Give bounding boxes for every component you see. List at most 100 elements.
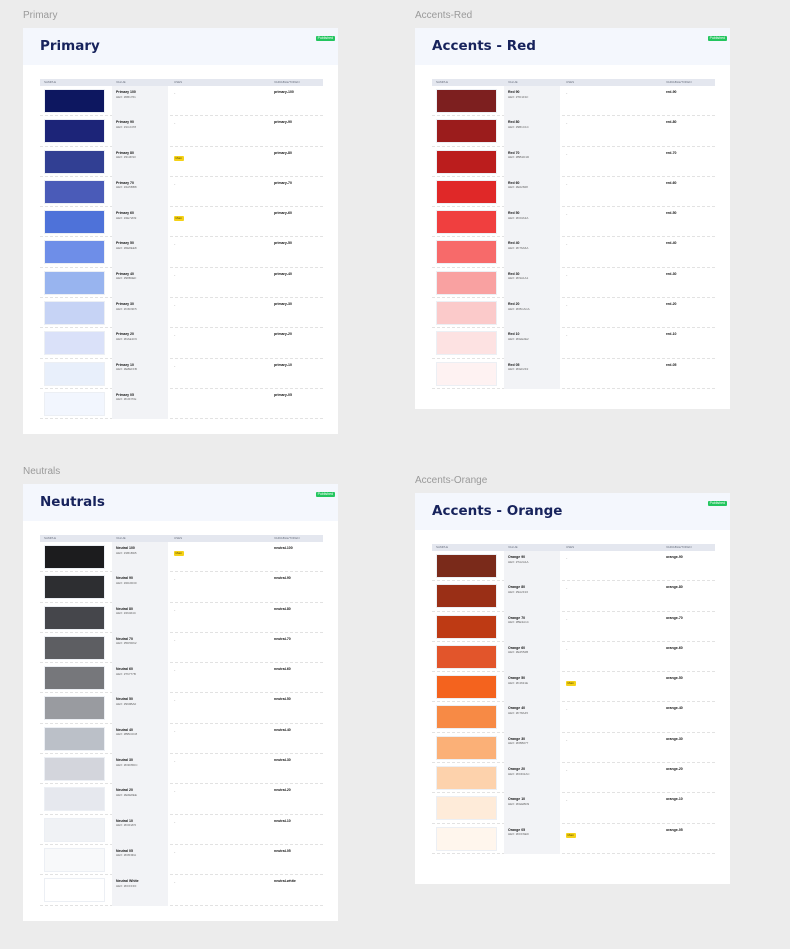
color-swatch[interactable] [44, 179, 105, 204]
table-row[interactable]: Red 50 HEX: #F03A3A - red-50 [432, 207, 715, 238]
table-row[interactable]: Red 05 HEX: #FEF2F2 red-05 [432, 358, 715, 389]
frame-label-accents-red[interactable]: Accents-Red [415, 10, 472, 21]
table-row[interactable]: Orange 60 HEX: #E2552B - orange-60 [432, 641, 715, 673]
table-row[interactable]: Neutral 05 HEX: #F8F9FA - neutral-05 [40, 844, 323, 876]
color-swatch[interactable] [44, 210, 105, 235]
color-swatch[interactable] [436, 766, 497, 791]
uses-tag: Main [174, 216, 184, 222]
table-row[interactable]: Primary 50 HEX: #6E8EE8 - primary-50 [40, 237, 323, 268]
color-swatch[interactable] [436, 89, 497, 113]
table-row[interactable]: Primary 90 HEX: #1C2478 - primary-90 [40, 116, 323, 147]
uses-text: - [174, 697, 176, 703]
color-swatch[interactable] [44, 696, 105, 721]
color-swatch[interactable] [436, 705, 497, 730]
table-row[interactable]: Orange 70 HEX: #BE3A14 - orange-70 [432, 611, 715, 642]
neutrals-color-card[interactable]: Neutrals Published SAMPLE VALUE USES VARIABLE… [23, 484, 338, 921]
color-swatch[interactable] [44, 301, 105, 326]
table-row[interactable]: Neutral 60 HEX: #76777B - neutral-60 [40, 663, 323, 694]
color-swatch[interactable] [44, 361, 105, 386]
color-swatch[interactable] [436, 301, 497, 326]
color-swatch[interactable] [44, 391, 105, 416]
accents-orange-color-card[interactable]: Accents - Orange Published SAMPLE VALUE USES… [415, 493, 730, 884]
color-swatch[interactable] [44, 89, 105, 113]
color-swatch[interactable] [44, 666, 105, 691]
table-row[interactable]: Red 40 HEX: #F76A6A - red-40 [432, 237, 715, 268]
color-swatch[interactable] [436, 361, 497, 386]
table-row[interactable]: Primary 10 HEX: #E8EFFB - primary-10 [40, 358, 323, 389]
table-row[interactable]: Orange 05 HEX: #FFF6ED Main orange-05 [432, 823, 715, 854]
color-name: Neutral 30 [116, 758, 133, 763]
table-row[interactable]: Primary 40 HEX: #98B4EF - primary-40 [40, 267, 323, 299]
color-swatch[interactable] [436, 735, 497, 760]
table-row[interactable]: Neutral 70 HEX: #5D5D62 - neutral-70 [40, 632, 323, 664]
table-row[interactable]: Neutral 100 HEX: #1B1B1B Main neutral-100 [40, 542, 323, 573]
frame-label-neutrals[interactable]: Neutrals [23, 466, 60, 477]
uses-text: - [566, 767, 568, 773]
table-row[interactable]: Primary 05 HEX: #F2F7FE primary-05 [40, 388, 323, 420]
table-row[interactable]: Neutral White HEX: #FFFFFF - neutral-white [40, 875, 323, 906]
table-row[interactable]: Primary 20 HEX: #DAE1F9 - primary-20 [40, 328, 323, 359]
color-swatch[interactable] [436, 331, 497, 356]
color-swatch[interactable] [436, 675, 497, 700]
table-row[interactable]: Red 80 HEX: #9B1C1C - red-80 [432, 116, 715, 147]
color-swatch[interactable] [44, 635, 105, 660]
color-swatch[interactable] [44, 270, 105, 295]
color-swatch[interactable] [44, 817, 105, 842]
table-row[interactable]: Orange 10 HEX: #FEEBD9 - orange-10 [432, 793, 715, 824]
table-row[interactable]: Orange 40 HEX: #F78A45 - orange-40 [432, 702, 715, 733]
color-swatch[interactable] [44, 331, 105, 356]
color-swatch[interactable] [44, 240, 105, 265]
table-row[interactable]: Orange 20 HEX: #FDD2AC - orange-20 [432, 763, 715, 794]
color-name: Orange 10 [508, 797, 526, 802]
table-row[interactable]: Neutral 80 HEX: #46464C - neutral-80 [40, 602, 323, 633]
table-row[interactable]: Orange 80 HEX: #9A2F16 - orange-80 [432, 581, 715, 612]
accents-red-color-card[interactable]: Accents - Red Published SAMPLE VALUE USES VAR… [415, 28, 730, 409]
color-swatch[interactable] [44, 847, 105, 872]
table-row[interactable]: Primary 100 HEX: #0B1761 - primary-100 [40, 86, 323, 117]
color-swatch[interactable] [436, 826, 497, 851]
token-name: primary-70 [274, 180, 292, 185]
table-row[interactable]: Neutral 40 HEX: #BBC0C8 - neutral-40 [40, 723, 323, 755]
frame-label-accents-orange[interactable]: Accents-Orange [415, 475, 487, 486]
color-swatch[interactable] [436, 119, 497, 144]
table-row[interactable]: Neutral 90 HEX: #2D2D30 - neutral-90 [40, 572, 323, 603]
color-swatch[interactable] [436, 179, 497, 204]
table-row[interactable]: Red 90 HEX: #7D1F1F - red-90 [432, 86, 715, 117]
color-swatch[interactable] [436, 796, 497, 821]
color-swatch[interactable] [44, 878, 105, 903]
table-row[interactable]: Neutral 30 HEX: #D3D5DC - neutral-30 [40, 754, 323, 785]
table-row[interactable]: Red 60 HEX: #E02828 - red-60 [432, 176, 715, 208]
table-row[interactable]: Red 70 HEX: #BB1D1D - red-70 [432, 146, 715, 177]
color-swatch[interactable] [436, 614, 497, 639]
table-row[interactable]: Red 20 HEX: #FBCACA - red-20 [432, 298, 715, 329]
table-row[interactable]: Orange 50 HEX: #F4631E Main orange-50 [432, 672, 715, 703]
color-swatch[interactable] [436, 240, 497, 265]
color-swatch[interactable] [44, 787, 105, 812]
color-swatch[interactable] [44, 757, 105, 782]
color-swatch[interactable] [44, 545, 105, 569]
color-swatch[interactable] [436, 270, 497, 295]
color-swatch[interactable] [44, 605, 105, 630]
color-swatch[interactable] [436, 584, 497, 609]
color-swatch[interactable] [436, 210, 497, 235]
table-row[interactable]: Red 30 HEX: #F9A1A1 - red-30 [432, 267, 715, 299]
primary-color-card[interactable]: Primary Published SAMPLE VALUE USES VARIABLE/… [23, 28, 338, 434]
table-row[interactable]: Primary 70 HEX: #4A5BB8 - primary-70 [40, 176, 323, 208]
color-swatch[interactable] [436, 149, 497, 174]
frame-label-primary[interactable]: Primary [23, 10, 57, 21]
table-row[interactable]: Primary 30 HEX: #C6D3F5 - primary-30 [40, 298, 323, 329]
color-swatch[interactable] [44, 726, 105, 751]
table-row[interactable]: Orange 90 HEX: #7A2A1A - orange-90 [432, 551, 715, 582]
table-row[interactable]: Primary 60 HEX: #4E72D9 Main primary-60 [40, 207, 323, 238]
table-row[interactable]: Primary 80 HEX: #313F93 Main primary-80 [40, 146, 323, 177]
color-swatch[interactable] [44, 149, 105, 174]
color-swatch[interactable] [44, 119, 105, 144]
color-swatch[interactable] [436, 554, 497, 578]
table-row[interactable]: Red 10 HEX: #FEE2E2 - red-10 [432, 328, 715, 359]
table-row[interactable]: Neutral 50 HEX: #999BA0 - neutral-50 [40, 693, 323, 724]
color-swatch[interactable] [436, 644, 497, 669]
table-row[interactable]: Neutral 10 HEX: #F0F2F5 - neutral-10 [40, 814, 323, 845]
color-swatch[interactable] [44, 575, 105, 600]
table-row[interactable]: Orange 30 HEX: #FBB077 - orange-30 [432, 732, 715, 764]
table-row[interactable]: Neutral 20 HEX: #E6E8EE - neutral-20 [40, 784, 323, 815]
